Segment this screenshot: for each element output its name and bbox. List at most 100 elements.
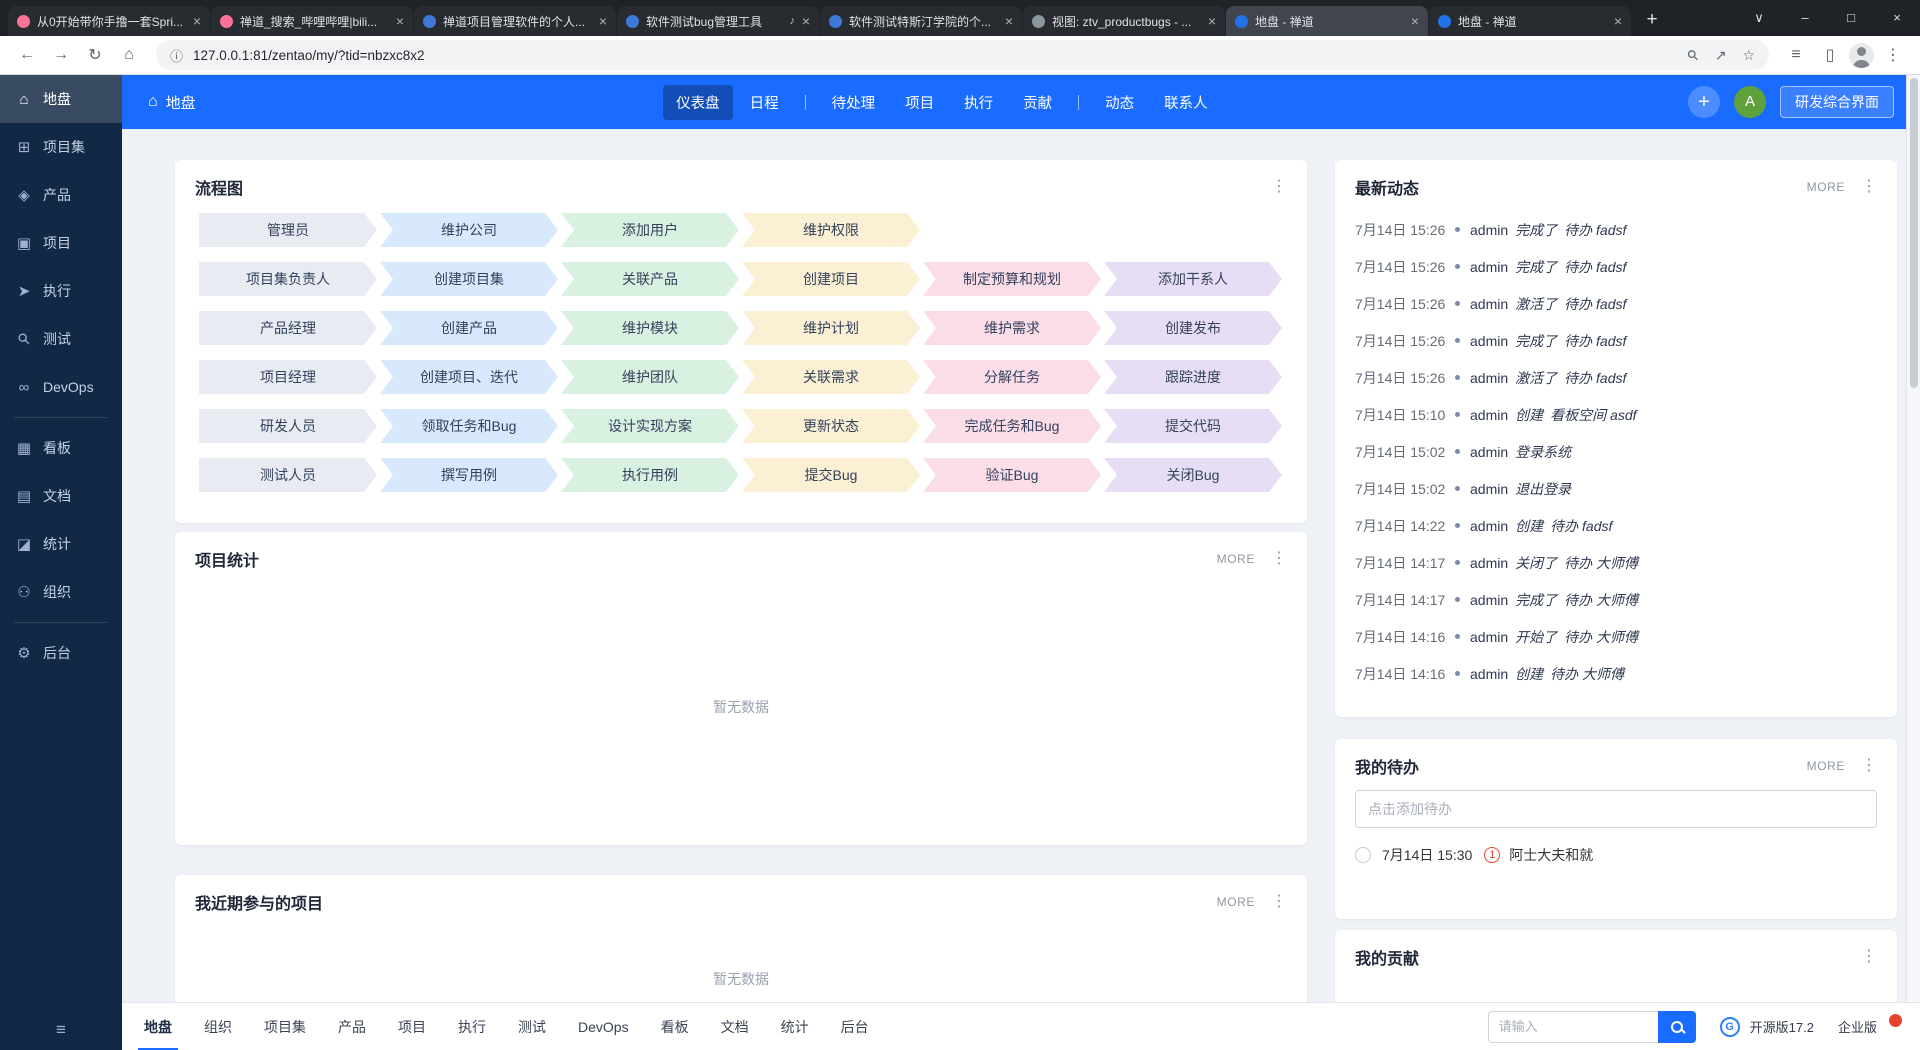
user-avatar[interactable]: A [1734,86,1766,118]
share-icon[interactable]: ↗ [1715,47,1727,64]
sidebar-item-kanban[interactable]: ▦ 看板 [0,424,122,472]
sidebar-item-devops[interactable]: ∞ DevOps [0,363,122,411]
card-menu-kebab-icon[interactable]: ⋮ [1861,758,1877,774]
footer-item-dashboard[interactable]: 地盘 [128,1003,188,1050]
activity-target[interactable]: 待办 大师傅 [1550,664,1624,684]
flow-step[interactable]: 维护权限 [742,213,920,247]
browser-tab[interactable]: 禅道_搜索_哔哩哔哩|bili... × [211,6,413,36]
flow-step[interactable]: 制定预算和规划 [923,262,1101,296]
sidebar-item-dashboard[interactable]: ⌂ 地盘 [0,75,122,123]
flow-step[interactable]: 提交Bug [742,458,920,492]
flow-step[interactable]: 创建发布 [1104,311,1282,345]
more-link[interactable]: MORE [1217,552,1255,566]
edition-link[interactable]: 企业版 [1838,1017,1877,1036]
tab-audio-icon[interactable]: ♪ [789,15,795,27]
sidebar-item-org[interactable]: ⚇ 组织 [0,568,122,616]
search-input[interactable] [1487,1010,1658,1043]
add-todo-input[interactable] [1355,790,1877,828]
browser-tab[interactable]: 禅道项目管理软件的个人... × [414,6,616,36]
close-window-icon[interactable]: × [1874,0,1920,36]
flow-step[interactable]: 分解任务 [923,360,1101,394]
maximize-icon[interactable]: □ [1828,0,1874,36]
flow-step[interactable]: 验证Bug [923,458,1101,492]
collapse-menu-icon[interactable]: ≡ [0,1020,122,1040]
zoom-icon[interactable]: ⚲ [1684,45,1703,64]
flow-step[interactable]: 添加用户 [561,213,739,247]
flow-step[interactable]: 跟踪进度 [1104,360,1282,394]
flow-step[interactable]: 维护公司 [380,213,558,247]
tab-work[interactable]: 待处理 [819,85,889,120]
flow-step[interactable]: 提交代码 [1104,409,1282,443]
activity-target[interactable]: 待办 fadsf [1564,331,1626,351]
browser-tab[interactable]: 软件测试bug管理工具 ♪ × [617,6,819,36]
site-info-icon[interactable]: ⓘ [170,46,183,65]
footer-item-report[interactable]: 统计 [765,1003,825,1050]
activity-target[interactable]: 待办 大师傅 [1564,590,1638,610]
sidebar-item-doc[interactable]: ▤ 文档 [0,472,122,520]
search-button[interactable] [1657,1010,1696,1043]
forward-icon[interactable]: → [46,40,76,70]
flow-step[interactable]: 关联需求 [742,360,920,394]
tab-close-icon[interactable]: × [193,14,201,28]
tab-execution[interactable]: 执行 [951,85,1006,120]
card-menu-kebab-icon[interactable]: ⋮ [1271,551,1287,567]
flow-step[interactable]: 更新状态 [742,409,920,443]
browser-profile-avatar[interactable] [1849,42,1874,68]
tab-dashboard[interactable]: 仪表盘 [663,84,733,120]
tab-search-icon[interactable]: ∨ [1736,0,1782,36]
flow-step[interactable]: 维护模块 [561,311,739,345]
activity-target[interactable]: 待办 fadsf [1550,516,1612,536]
tab-calendar[interactable]: 日程 [737,85,792,120]
card-menu-kebab-icon[interactable]: ⋮ [1271,894,1287,910]
browser-tab[interactable]: 软件测试特斯汀学院的个... × [820,6,1022,36]
activity-target[interactable]: 待办 大师傅 [1564,553,1638,573]
todo-title[interactable]: 阿士大夫和就 [1509,845,1593,865]
card-menu-kebab-icon[interactable]: ⋮ [1271,179,1287,195]
browser-menu-kebab-icon[interactable]: ⋮ [1878,40,1908,70]
sidebar-item-project[interactable]: ▣ 项目 [0,219,122,267]
flow-step[interactable]: 添加干系人 [1104,262,1282,296]
footer-item-product[interactable]: 产品 [322,1003,382,1050]
footer-item-qa[interactable]: 测试 [502,1003,562,1050]
sidebar-item-program[interactable]: ⊞ 项目集 [0,123,122,171]
more-link[interactable]: MORE [1217,895,1255,909]
sidebar-item-report[interactable]: ◪ 统计 [0,520,122,568]
version-label[interactable]: 开源版17.2 [1750,1017,1814,1036]
activity-target[interactable]: 待办 fadsf [1564,220,1626,240]
more-link[interactable]: MORE [1807,759,1845,773]
card-menu-kebab-icon[interactable]: ⋮ [1861,949,1877,965]
minimize-icon[interactable]: – [1782,0,1828,36]
sidebar-item-execution[interactable]: ➤ 执行 [0,267,122,315]
footer-item-kanban[interactable]: 看板 [645,1003,705,1050]
page-scrollbar[interactable] [1906,75,1920,1002]
footer-item-doc[interactable]: 文档 [705,1003,765,1050]
todo-checkbox[interactable] [1355,847,1371,863]
footer-item-org[interactable]: 组织 [188,1003,248,1050]
activity-target[interactable]: 待办 fadsf [1564,368,1626,388]
footer-item-project[interactable]: 项目 [382,1003,442,1050]
footer-item-admin[interactable]: 后台 [825,1003,885,1050]
flow-step[interactable]: 维护计划 [742,311,920,345]
tab-close-icon[interactable]: × [802,14,810,28]
flow-step[interactable]: 撰写用例 [380,458,558,492]
sidebar-item-admin[interactable]: ⚙ 后台 [0,629,122,677]
flow-step[interactable]: 创建项目、迭代 [380,360,558,394]
sidebar-item-qa[interactable]: ⚲ 测试 [0,315,122,363]
flow-step[interactable]: 创建产品 [380,311,558,345]
home-icon[interactable]: ⌂ [114,40,144,70]
footer-item-program[interactable]: 项目集 [248,1003,322,1050]
activity-target[interactable]: 待办 fadsf [1564,257,1626,277]
flow-step[interactable]: 设计实现方案 [561,409,739,443]
card-menu-kebab-icon[interactable]: ⋮ [1861,179,1877,195]
reading-list-icon[interactable]: ≡ [1781,40,1811,70]
back-icon[interactable]: ← [12,40,42,70]
reload-icon[interactable]: ↻ [80,40,110,70]
browser-tab[interactable]: 地盘 - 禅道 × [1429,6,1631,36]
tab-close-icon[interactable]: × [1614,14,1622,28]
flow-step[interactable]: 完成任务和Bug [923,409,1101,443]
sidebar-item-product[interactable]: ◈ 产品 [0,171,122,219]
new-tab-button[interactable]: + [1638,6,1666,34]
flow-step[interactable]: 关闭Bug [1104,458,1282,492]
workbench-button[interactable]: 研发综合界面 [1780,86,1894,118]
address-bar[interactable]: ⓘ 127.0.0.1:81/zentao/my/?tid=nbzxc8x2 ⚲… [156,40,1769,70]
